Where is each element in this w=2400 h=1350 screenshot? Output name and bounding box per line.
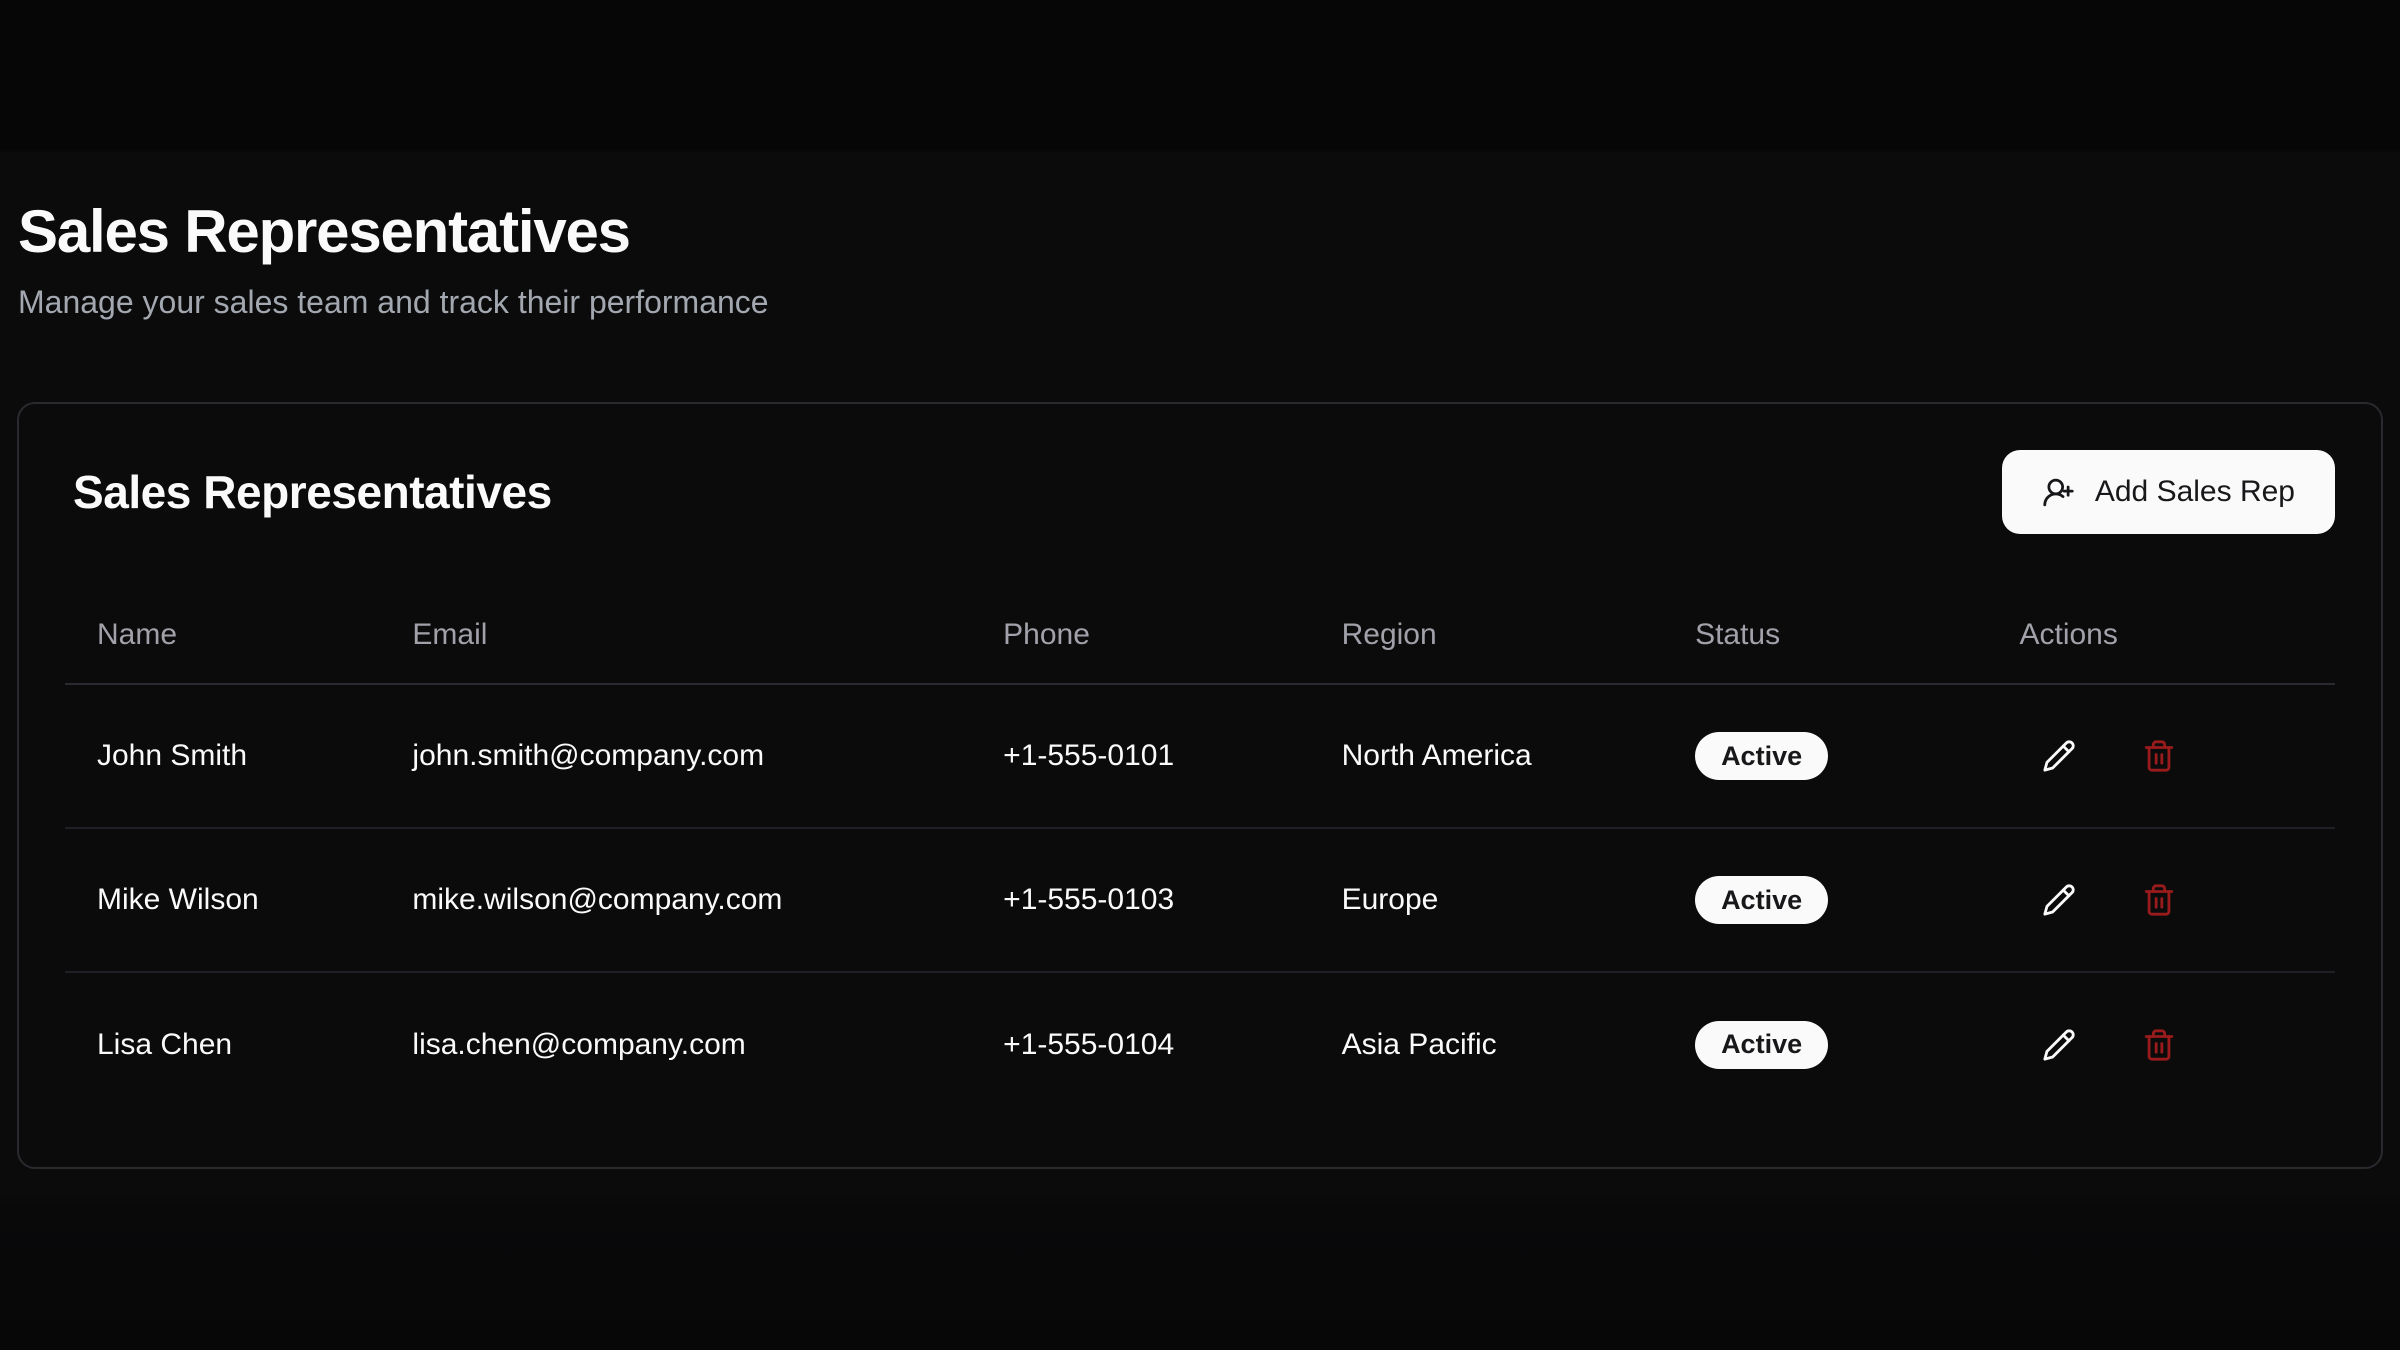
edit-button[interactable] bbox=[2031, 728, 2087, 784]
trash-icon bbox=[2142, 1028, 2176, 1062]
rep-name: Mike Wilson bbox=[65, 828, 380, 972]
pencil-icon bbox=[2042, 739, 2076, 773]
sales-reps-card: Sales Representatives Add Sales Rep Name bbox=[17, 402, 2383, 1169]
column-header-email: Email bbox=[380, 580, 971, 684]
rep-email: mike.wilson@company.com bbox=[380, 828, 971, 972]
column-header-name: Name bbox=[65, 580, 380, 684]
status-badge: Active bbox=[1695, 732, 1828, 780]
rep-region: Europe bbox=[1310, 828, 1663, 972]
edit-button[interactable] bbox=[2031, 1017, 2087, 1073]
status-badge: Active bbox=[1695, 876, 1828, 924]
rep-email: lisa.chen@company.com bbox=[380, 972, 971, 1116]
add-sales-rep-label: Add Sales Rep bbox=[2095, 475, 2295, 509]
pencil-icon bbox=[2042, 883, 2076, 917]
column-header-actions: Actions bbox=[1987, 580, 2335, 684]
rep-region: North America bbox=[1310, 684, 1663, 828]
user-plus-icon bbox=[2042, 476, 2075, 509]
delete-button[interactable] bbox=[2131, 872, 2187, 928]
column-header-phone: Phone bbox=[971, 580, 1309, 684]
table-row: John Smith john.smith@company.com +1-555… bbox=[65, 684, 2335, 828]
rep-phone: +1-555-0104 bbox=[971, 972, 1309, 1116]
card-header: Sales Representatives Add Sales Rep bbox=[65, 450, 2335, 534]
row-actions bbox=[2019, 872, 2303, 928]
page-header: Sales Representatives Manage your sales … bbox=[17, 0, 2383, 322]
rep-email: john.smith@company.com bbox=[380, 684, 971, 828]
column-header-status: Status bbox=[1663, 580, 1987, 684]
column-header-region: Region bbox=[1310, 580, 1663, 684]
row-actions bbox=[2019, 728, 2303, 784]
delete-button[interactable] bbox=[2131, 728, 2187, 784]
rep-name: Lisa Chen bbox=[65, 972, 380, 1116]
rep-region: Asia Pacific bbox=[1310, 972, 1663, 1116]
delete-button[interactable] bbox=[2131, 1017, 2187, 1073]
edit-button[interactable] bbox=[2031, 872, 2087, 928]
trash-icon bbox=[2142, 883, 2176, 917]
table-header-row: Name Email Phone Region Status Actions bbox=[65, 580, 2335, 684]
status-badge: Active bbox=[1695, 1021, 1828, 1069]
add-sales-rep-button[interactable]: Add Sales Rep bbox=[2002, 450, 2335, 534]
rep-name: John Smith bbox=[65, 684, 380, 828]
rep-phone: +1-555-0101 bbox=[971, 684, 1309, 828]
trash-icon bbox=[2142, 739, 2176, 773]
card-title: Sales Representatives bbox=[73, 465, 552, 519]
table-row: Mike Wilson mike.wilson@company.com +1-5… bbox=[65, 828, 2335, 972]
page-subtitle: Manage your sales team and track their p… bbox=[18, 282, 2383, 322]
sales-reps-table: Name Email Phone Region Status Actions J… bbox=[65, 580, 2335, 1116]
row-actions bbox=[2019, 1017, 2303, 1073]
page: Sales Representatives Manage your sales … bbox=[0, 0, 2400, 1169]
pencil-icon bbox=[2042, 1028, 2076, 1062]
rep-phone: +1-555-0103 bbox=[971, 828, 1309, 972]
table-row: Lisa Chen lisa.chen@company.com +1-555-0… bbox=[65, 972, 2335, 1116]
page-title: Sales Representatives bbox=[18, 196, 2383, 268]
